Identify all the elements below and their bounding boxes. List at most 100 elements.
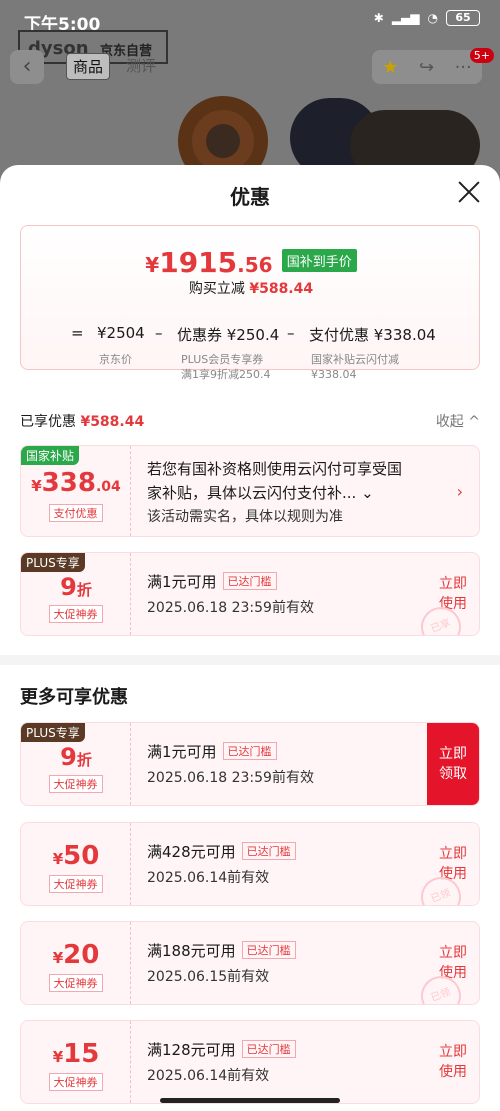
more-amount: ¥50 — [21, 841, 131, 871]
plus-condition: 满1元可用 已达门槛 — [147, 571, 277, 592]
subsidy-dec: .04 — [95, 479, 121, 495]
plus-amount-unit: 折 — [76, 581, 92, 599]
final-price-int: 1915 — [159, 246, 238, 279]
subsidy-card-left: 国家补贴 ¥338.04 支付优惠 — [21, 446, 131, 536]
plus-card-left: PLUS专享 9折 大促神券 — [21, 553, 131, 635]
message-badge: 5+ — [469, 48, 494, 63]
more-label: 大促神券 — [48, 775, 103, 793]
claim-button[interactable]: 立即 领取 — [427, 723, 479, 805]
more-discounts-title: 更多可享优惠 — [20, 687, 128, 708]
formula-minus-1: – — [155, 324, 163, 342]
product-tabs: 商品 测评 — [66, 53, 162, 80]
formula-pay: 支付优惠 ¥338.04 — [309, 326, 436, 344]
close-icon[interactable] — [458, 181, 480, 203]
discount-sheet: 优惠 ¥1915.56 国补到手价 购买立减 ¥588.44 = ¥2504 –… — [0, 165, 500, 1111]
more-reached-badge: 已达门槛 — [241, 941, 296, 959]
final-price-dec: .56 — [237, 253, 273, 277]
tab-product[interactable]: 商品 — [66, 53, 111, 80]
plus-amount-value: 9 — [60, 573, 77, 601]
plus-amount: 9折 — [21, 573, 131, 601]
subsidy-int: 338 — [41, 468, 96, 498]
more-condition-text: 满1元可用 — [147, 743, 217, 761]
more-condition: 满128元可用 已达门槛 — [147, 1039, 296, 1060]
top-actions: ★ ↪ ··· — [372, 50, 482, 84]
subsidy-yen: ¥ — [31, 477, 42, 495]
more-label: 大促神券 — [48, 875, 103, 893]
more-amount-value: 20 — [63, 940, 100, 970]
pay-sub-1: 国家补贴云闪付减 — [311, 353, 399, 366]
more-condition-text: 满128元可用 — [147, 1041, 236, 1059]
use-btn-line2: 使用 — [439, 1064, 467, 1080]
more-icon[interactable]: ··· — [455, 57, 472, 78]
final-price: ¥1915.56 国补到手价 — [21, 246, 481, 279]
claim-btn-line2: 领取 — [439, 766, 467, 782]
share-icon[interactable]: ↪ — [419, 57, 434, 78]
more-reached-badge: 已达门槛 — [241, 842, 296, 860]
more-yen: ¥ — [52, 1048, 64, 1066]
more-yen: ¥ — [52, 850, 64, 868]
enjoyed-value: ¥588.44 — [80, 414, 145, 430]
subsidy-line-2[interactable]: 家补贴，具体以云闪付支付补... ⌄ — [147, 482, 374, 503]
more-amount-value: 50 — [63, 841, 100, 871]
plus-tag: PLUS专享 — [21, 553, 85, 572]
favorite-icon[interactable]: ★ — [382, 57, 398, 78]
price-summary: ¥1915.56 国补到手价 购买立减 ¥588.44 = ¥2504 – 优惠… — [20, 225, 481, 381]
buy-reduce-line: 购买立减 ¥588.44 — [21, 278, 481, 298]
formula-minus-2: – — [287, 324, 295, 342]
subsidy-price-tag: 国补到手价 — [281, 249, 357, 272]
plus-label: 大促神券 — [48, 605, 103, 623]
subsidy-line-1: 若您有国补资格则使用云闪付可享受国 — [147, 460, 403, 478]
more-amount: ¥15 — [21, 1039, 131, 1069]
more-yen: ¥ — [52, 949, 64, 967]
plus-coupon-card: PLUS专享 9折 大促神券 满1元可用 已达门槛 2025.06.18 23:5… — [20, 552, 480, 636]
more-reached-badge: 已达门槛 — [241, 1040, 296, 1058]
sheet-title: 优惠 — [230, 185, 270, 209]
more-card-left: ¥50 大促神券 — [21, 823, 131, 905]
more-condition: 满188元可用 已达门槛 — [147, 940, 296, 961]
status-icons: ✱ ▂▄▆ ◔ 65 — [374, 10, 480, 26]
more-plus-tag: PLUS专享 — [21, 723, 85, 742]
more-amount-value: 15 — [63, 1039, 100, 1069]
more-expiry: 2025.06.14前有效 — [147, 1068, 270, 1084]
more-coupon-card-50: ¥50 大促神券 满428元可用 已达门槛 2025.06.14前有效 立即 使用 … — [20, 822, 480, 906]
more-condition: 满1元可用 已达门槛 — [147, 741, 277, 762]
more-reached-badge: 已达门槛 — [222, 742, 277, 760]
tab-review[interactable]: 测评 — [120, 53, 162, 80]
coupon-sub-2: 满1享9折减250.4 — [181, 368, 271, 381]
more-condition-text: 满188元可用 — [147, 942, 236, 960]
more-expiry: 2025.06.18 23:59前有效 — [147, 770, 314, 786]
plus-expiry: 2025.06.18 23:59前有效 — [147, 600, 314, 616]
jd-price-label: 京东价 — [99, 353, 132, 366]
battery-icon: 65 — [446, 10, 480, 26]
more-label: 大促神券 — [48, 974, 103, 992]
more-card-left: PLUS专享 9折 大促神券 — [21, 723, 131, 805]
more-card-left: ¥20 大促神券 — [21, 922, 131, 1004]
more-amount-unit: 折 — [76, 751, 92, 769]
formula-jd-price: ¥2504 — [97, 324, 145, 342]
collapse-button[interactable]: 收起 ^ — [436, 411, 480, 431]
chevron-right-icon[interactable]: › — [457, 482, 463, 501]
plus-reached-badge: 已达门槛 — [222, 572, 277, 590]
back-button[interactable]: ‹ — [10, 50, 44, 84]
subsidy-line-3: 该活动需实名，具体以规则为准 — [147, 509, 343, 525]
more-amount-value: 9 — [60, 743, 77, 771]
use-btn-line1: 立即 — [439, 1044, 467, 1060]
more-coupon-card-15: ¥15 大促神券 满128元可用 已达门槛 2025.06.14前有效 立即使用 — [20, 1020, 480, 1104]
final-price-yen: ¥ — [145, 253, 160, 277]
bluetooth-icon: ✱ — [373, 11, 384, 25]
more-condition: 满428元可用 已达门槛 — [147, 841, 296, 862]
more-condition-text: 满428元可用 — [147, 843, 236, 861]
use-button[interactable]: 立即 使用 — [427, 1021, 479, 1103]
use-btn-line1: 立即 — [439, 945, 467, 961]
more-amount: 9折 — [21, 743, 131, 771]
more-label: 大促神券 — [48, 1073, 103, 1091]
use-btn-line1: 立即 — [439, 846, 467, 862]
claim-btn-line1: 立即 — [439, 746, 467, 762]
home-indicator[interactable] — [160, 1098, 340, 1103]
enjoyed-label: 已享优惠 — [20, 414, 76, 430]
buy-reduce-label: 购买立减 — [188, 281, 245, 297]
formula-coupon: 优惠券 ¥250.4 — [177, 326, 280, 344]
plus-use-btn-line1: 立即 — [439, 576, 467, 592]
subsidy-amount: ¥338.04 — [21, 468, 131, 498]
subsidy-card[interactable]: 国家补贴 ¥338.04 支付优惠 若您有国补资格则使用云闪付可享受国 家补贴，… — [20, 445, 480, 537]
